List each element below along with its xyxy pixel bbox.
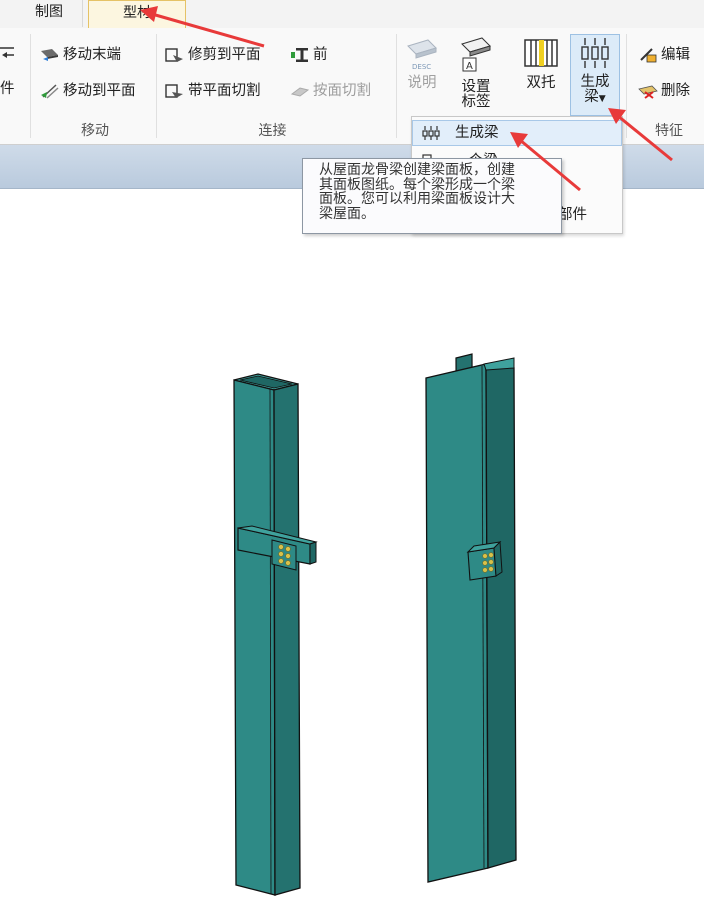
menu-item-generate-beam-label: 生成梁 [455, 125, 499, 141]
front-label: 前 [313, 47, 328, 63]
tab-drawing[interactable]: 制图 [16, 0, 83, 27]
set-label-button[interactable]: A 设置 标签 [454, 36, 498, 114]
group-connect-label: 连接 [258, 123, 287, 139]
edit-label: 编辑 [661, 47, 690, 63]
delete-button[interactable]: 删除 [638, 80, 690, 102]
move-to-plane-icon [41, 84, 59, 99]
trim-icon [165, 48, 183, 62]
desc-beam-icon: DESC [407, 39, 437, 71]
move-to-plane-label: 移动到平面 [63, 83, 136, 99]
plane-cut-icon [165, 84, 183, 98]
set-label-line2: 标签 [461, 94, 491, 110]
front-button[interactable]: 前 [290, 44, 328, 66]
group-feature-label: 特征 [655, 123, 683, 139]
generate-beam-line1: 生成 [580, 74, 610, 90]
box-column[interactable] [233, 373, 318, 896]
generate-beam-small-icon [422, 126, 440, 140]
delete-icon [638, 85, 658, 99]
dropdown-caret-icon: ▼ [598, 94, 606, 104]
cut-by-plane-label: 按面切割 [313, 83, 371, 99]
desc-icon-text: DESC [412, 63, 431, 71]
generate-beam-button[interactable]: 生成 梁▼ [570, 34, 620, 116]
double-support-label: 双托 [526, 75, 556, 91]
tooltip-line-1: 从屋面龙骨梁创建梁面板，创建 [319, 162, 515, 178]
move-end-icon [41, 49, 58, 61]
ribbon-tab-bar: 制图 型材 [0, 0, 704, 29]
3d-viewport[interactable] [0, 188, 704, 899]
arrow-left-icon [0, 47, 14, 58]
generate-beam-line2: 梁▼ [584, 89, 606, 105]
description-label: 说明 [407, 75, 437, 91]
group-move-label: 移动 [81, 123, 109, 139]
cut-with-plane-button[interactable]: 带平面切割 [165, 80, 261, 102]
move-end-label: 移动末端 [63, 47, 121, 63]
i-beam-icon [291, 48, 308, 62]
cut-part-label: 件 [0, 81, 15, 97]
generate-beam-icon [581, 38, 609, 68]
edit-button[interactable]: 编辑 [638, 44, 690, 66]
tag-beam-icon: A [461, 37, 491, 72]
delete-label: 删除 [661, 83, 690, 99]
double-support-icon [524, 39, 558, 67]
edit-icon [640, 48, 657, 63]
menu-item-generate-beam[interactable]: 生成梁 [412, 120, 622, 146]
h-column-connection-plate[interactable] [466, 540, 503, 581]
face-cut-icon [290, 87, 310, 97]
set-icon-text: A [466, 61, 473, 72]
cut-with-plane-label: 带平面切割 [188, 83, 261, 99]
double-support-button[interactable]: 双托 [518, 36, 564, 96]
move-to-plane-button[interactable]: 移动到平面 [40, 80, 136, 102]
trim-to-plane-label: 修剪到平面 [188, 47, 261, 63]
trim-to-plane-button[interactable]: 修剪到平面 [165, 44, 261, 66]
cut-part-button[interactable] [0, 47, 16, 70]
set-label-line1: 设置 [461, 79, 491, 95]
tab-profile[interactable]: 型材 [88, 0, 186, 29]
move-end-button[interactable]: 移动末端 [40, 44, 121, 66]
h-column[interactable] [425, 353, 517, 883]
description-button[interactable]: DESC 说明 [402, 36, 442, 96]
cut-by-plane-button[interactable]: 按面切割 [290, 80, 371, 102]
